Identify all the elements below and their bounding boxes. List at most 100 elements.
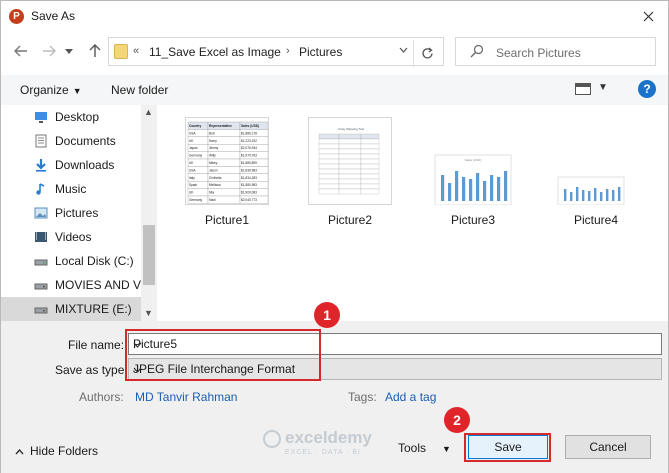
organize-menu[interactable]: Organize ▼	[20, 83, 82, 97]
sidebar-item-desktop[interactable]: Desktop	[1, 105, 141, 129]
close-icon	[643, 11, 653, 21]
thumb-cell	[318, 133, 340, 140]
powerpoint-app-icon: P	[9, 9, 24, 24]
file-item[interactable]: Array Shipping Tool Picture2	[300, 113, 400, 233]
file-thumbnail	[554, 117, 638, 205]
table-cell-text: Jimmy	[209, 146, 219, 150]
thumb-bar	[612, 190, 615, 201]
sidebar-item-label: Videos	[55, 230, 92, 244]
address-bar[interactable]: « 11_Save Excel as Image › Pictures	[108, 37, 444, 67]
thumb-bar	[504, 171, 508, 201]
thumb-bar	[600, 192, 603, 201]
authors-value[interactable]: MD Tanvir Rahman	[135, 390, 237, 404]
thumb-cell	[338, 178, 362, 185]
sidebar-item-local-disk[interactable]: Local Disk (C:)	[1, 249, 141, 273]
sidebar-item-mixture-drive[interactable]: MIXTURE (E:)	[1, 297, 141, 321]
new-folder-button[interactable]: New folder	[111, 83, 168, 97]
table-cell-text: $2,076,934	[241, 146, 257, 150]
thumb-cell	[360, 158, 380, 165]
table-cell-text: Maxi	[209, 198, 216, 202]
chevron-right-icon[interactable]: ›	[286, 45, 290, 57]
thumb-cell	[318, 138, 340, 145]
thumb-cell	[318, 163, 340, 170]
address-segment[interactable]: 11_Save Excel as Image	[149, 45, 281, 59]
view-options-icon[interactable]	[575, 83, 591, 95]
file-item[interactable]: Picture4	[546, 113, 646, 233]
sidebar-item-label: Desktop	[55, 110, 100, 124]
thumb-bar	[618, 187, 621, 201]
sidebar-scrollbar[interactable]: ▲ ▼	[141, 105, 157, 321]
view-caret-down-icon[interactable]: ▼	[598, 82, 608, 93]
thumb-cell	[318, 183, 340, 190]
thumb-cell	[338, 173, 362, 180]
chevron-down-icon	[399, 47, 408, 53]
table-cell-text: Bob	[209, 131, 215, 135]
thumb-cell	[338, 133, 362, 140]
thumb-cell	[318, 168, 340, 175]
annotation-highlight-filename	[125, 329, 321, 381]
cancel-button[interactable]: Cancel	[565, 435, 651, 459]
up-button[interactable]	[85, 41, 105, 61]
table-cell-text: $1,834,283	[241, 176, 257, 180]
table-thumbnail: Array Shipping Tool	[318, 127, 380, 195]
thumb-bar	[448, 183, 452, 201]
annotation-badge-1: 1	[314, 302, 340, 328]
caret-down-icon: ▼	[442, 444, 451, 454]
forward-button[interactable]	[39, 41, 59, 61]
table-cell-text: Italy	[189, 176, 195, 180]
thumb-cell	[360, 173, 380, 180]
thumb-cell	[338, 143, 362, 150]
refresh-icon	[422, 47, 433, 59]
back-button[interactable]	[11, 41, 31, 61]
thumb-cell	[318, 173, 340, 180]
sidebar-item-pictures[interactable]: Pictures	[1, 201, 141, 225]
thumb-cell	[318, 188, 340, 195]
chart-thumbnail: Sales (USD)	[434, 154, 512, 205]
thumb-bar	[570, 192, 573, 201]
annotation-badge-2: 2	[444, 407, 470, 433]
help-icon[interactable]: ?	[638, 80, 656, 98]
file-thumbnail: Sales (USD)	[431, 117, 515, 205]
thumb-bar	[462, 177, 466, 201]
table-cell-text: $1,979,763	[241, 154, 257, 158]
chart-thumbnail	[557, 176, 625, 205]
address-dropdown[interactable]	[399, 45, 408, 56]
thumb-cell	[338, 183, 362, 190]
table-cell-text: Germany	[189, 198, 203, 202]
thumb-bar	[564, 189, 567, 201]
scroll-up-icon[interactable]: ▲	[144, 107, 153, 117]
search-box[interactable]: Search Pictures	[455, 37, 656, 66]
sidebar-item-music[interactable]: Music	[1, 177, 141, 201]
thumb-bar	[455, 171, 459, 201]
recent-locations-button[interactable]	[63, 41, 75, 61]
chevron-up-icon	[15, 448, 24, 455]
tags-label: Tags:	[348, 390, 377, 404]
close-button[interactable]	[636, 5, 660, 27]
address-overflow[interactable]: «	[133, 45, 139, 57]
tools-menu[interactable]: Tools ▼	[398, 441, 451, 455]
save-as-type-label: Save as type:	[55, 363, 128, 377]
scroll-thumb[interactable]	[143, 225, 155, 285]
sidebar-item-label: MOVIES AND VID	[55, 278, 154, 292]
sidebar-item-documents[interactable]: Documents	[1, 129, 141, 153]
hide-folders-button[interactable]: Hide Folders	[15, 444, 98, 458]
tags-input[interactable]: Add a tag	[385, 390, 436, 404]
thumb-bar	[576, 187, 579, 201]
thumb-cell	[338, 168, 362, 175]
file-item[interactable]: Country Representative Sales (USD) USA Bob $1…	[177, 113, 277, 233]
table-cell-text: Harry	[209, 139, 217, 143]
thumb-title: Sales (USD)	[465, 158, 482, 162]
sidebar-item-downloads[interactable]: Downloads	[1, 153, 141, 177]
thumb-bar	[483, 181, 487, 201]
scroll-down-icon[interactable]: ▼	[144, 308, 153, 318]
sidebar-item-movies-drive[interactable]: MOVIES AND VID	[1, 273, 153, 297]
thumb-title: Array Shipping Tool	[338, 127, 364, 131]
annotation-highlight-save	[464, 433, 551, 462]
title-bar: P Save As	[1, 1, 668, 32]
sidebar-item-videos[interactable]: Videos	[1, 225, 141, 249]
search-input[interactable]: Search Pictures	[496, 46, 581, 60]
refresh-button[interactable]	[413, 40, 441, 67]
file-item[interactable]: Sales (USD) Picture3	[423, 113, 523, 233]
thumb-bar	[497, 177, 501, 201]
address-segment[interactable]: Pictures	[299, 45, 342, 59]
